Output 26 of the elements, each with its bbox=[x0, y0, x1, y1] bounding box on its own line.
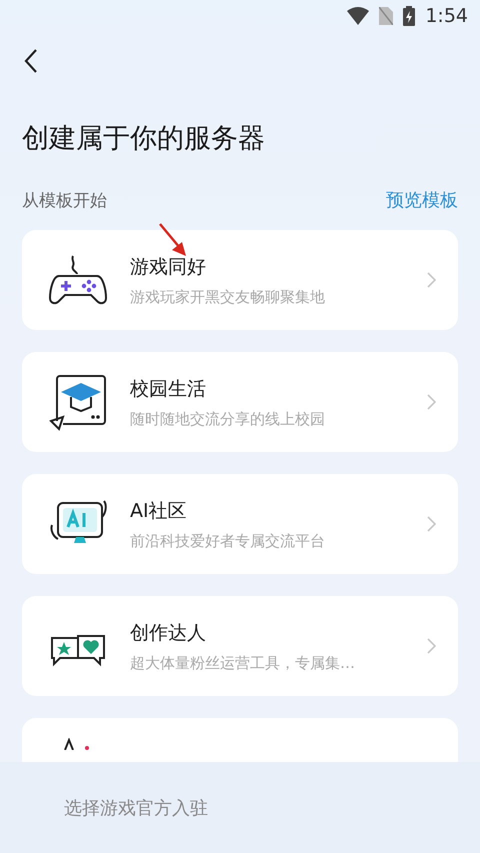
template-title: 校园生活 bbox=[130, 376, 207, 402]
status-time: 1:54 bbox=[425, 5, 468, 27]
chevron-right-icon bbox=[427, 394, 436, 410]
back-icon[interactable] bbox=[24, 48, 38, 74]
template-title: 游戏同好 bbox=[130, 254, 207, 280]
graduation-cap-icon bbox=[49, 373, 107, 431]
template-card[interactable]: 校园生活 随时随地交流分享的线上校园 bbox=[22, 352, 458, 452]
template-description: 超大体量粉丝运营工具，专属集… bbox=[130, 654, 356, 672]
template-title: AI社区 bbox=[130, 498, 188, 524]
template-card[interactable]: 创作达人 超大体量粉丝运营工具，专属集… bbox=[22, 596, 458, 696]
annotation-arrow-icon bbox=[158, 222, 188, 258]
template-description: 前沿科技爱好者专属交流平台 bbox=[130, 532, 326, 550]
no-sim-icon bbox=[379, 7, 394, 25]
wifi-icon bbox=[347, 7, 370, 25]
template-card[interactable]: AI社区 前沿科技爱好者专属交流平台 bbox=[22, 474, 458, 574]
template-title: 创作达人 bbox=[130, 620, 207, 646]
chevron-right-icon bbox=[427, 638, 436, 654]
template-description: 游戏玩家开黑交友畅聊聚集地 bbox=[130, 288, 326, 306]
bottom-bar-text: 选择游戏官方入驻 bbox=[64, 796, 208, 820]
section-label: 从模板开始 bbox=[22, 190, 107, 212]
page-title: 创建属于你的服务器 bbox=[22, 122, 266, 156]
template-description: 随时随地交流分享的线上校园 bbox=[130, 410, 326, 428]
template-card[interactable]: 游戏同好 游戏玩家开黑交友畅聊聚集地 bbox=[22, 230, 458, 330]
chevron-right-icon bbox=[427, 272, 436, 288]
chevron-right-icon bbox=[427, 516, 436, 532]
battery-charging-icon bbox=[403, 6, 416, 26]
